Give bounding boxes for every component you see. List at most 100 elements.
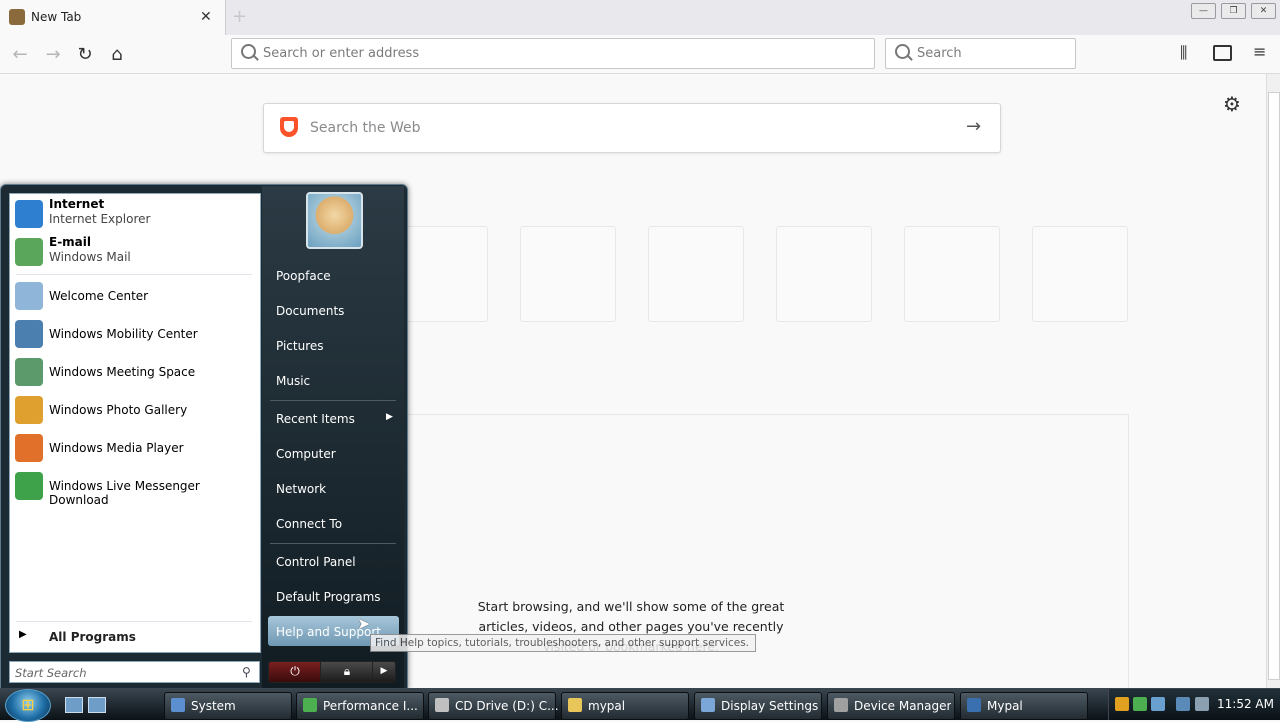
new-tab-button[interactable]: +: [232, 6, 247, 27]
start-item-music[interactable]: Music: [276, 374, 310, 388]
top-site-tile[interactable]: [520, 226, 616, 322]
program-welcome-center[interactable]: Welcome Center: [11, 280, 257, 314]
tab-new-tab[interactable]: New Tab ✕: [0, 0, 226, 35]
switch-windows-icon[interactable]: [88, 697, 106, 713]
top-site-tile[interactable]: [776, 226, 872, 322]
volume-muted-icon[interactable]: [1195, 697, 1209, 711]
program-label: Windows Meeting Space: [49, 365, 196, 379]
updates-icon[interactable]: [1151, 697, 1165, 711]
brave-logo-icon: [280, 117, 298, 137]
meeting-space-icon: [15, 358, 43, 386]
user-avatar[interactable]: [306, 192, 363, 249]
program-photo-gallery[interactable]: Windows Photo Gallery: [11, 394, 257, 428]
cd-drive-icon: [435, 698, 449, 712]
start-search-input[interactable]: Start Search ⚲: [9, 661, 260, 683]
address-bar[interactable]: Search or enter address: [231, 38, 875, 69]
search-bar[interactable]: Search: [885, 38, 1076, 69]
performance-icon: [303, 698, 317, 712]
search-submit-arrow-icon[interactable]: →: [966, 116, 981, 137]
program-live-messenger[interactable]: Windows Live Messenger Download: [11, 470, 257, 507]
task-label: Display Settings: [721, 699, 819, 713]
start-item-connect-to[interactable]: Connect To: [276, 517, 342, 531]
shutdown-options-button[interactable]: ▶: [372, 661, 396, 683]
taskbar-item-performance[interactable]: Performance I...: [296, 692, 424, 720]
all-programs-button[interactable]: ▶ All Programs: [11, 627, 257, 647]
mypal-icon: [967, 698, 981, 712]
shield-icon[interactable]: [1115, 697, 1129, 711]
network-icon[interactable]: [1176, 697, 1190, 711]
search-placeholder: Search: [917, 46, 962, 61]
power-button[interactable]: ⏻: [268, 661, 322, 683]
taskbar-item-device-manager[interactable]: Device Manager: [827, 692, 955, 720]
welcome-center-icon: [15, 282, 43, 310]
top-site-tile[interactable]: [1032, 226, 1128, 322]
taskbar-item-cd-drive[interactable]: CD Drive (D:) C...: [428, 692, 559, 720]
program-media-player[interactable]: Windows Media Player: [11, 432, 257, 466]
show-desktop-icon[interactable]: [65, 697, 83, 713]
security-icon[interactable]: [1133, 697, 1147, 711]
chevron-right-icon: ▶: [386, 412, 393, 422]
divider: [270, 400, 396, 401]
start-item-recent-items[interactable]: Recent Items: [276, 412, 355, 426]
start-item-documents[interactable]: Documents: [276, 304, 344, 318]
pinned-subtitle: Windows Mail: [49, 250, 131, 264]
task-label: mypal: [588, 699, 626, 713]
task-label: CD Drive (D:) C...: [455, 699, 559, 713]
pinned-title: Internet: [49, 197, 105, 211]
pinned-email[interactable]: E-mail Windows Mail: [11, 234, 257, 270]
scrollbar-thumb[interactable]: [1268, 92, 1280, 680]
program-label: Welcome Center: [49, 289, 149, 303]
sidebar-icon[interactable]: [1213, 45, 1232, 61]
top-site-tile[interactable]: [904, 226, 1000, 322]
pinned-title: E-mail: [49, 235, 92, 249]
mypal-favicon-icon: [9, 9, 25, 25]
start-item-pictures[interactable]: Pictures: [276, 339, 324, 353]
lock-icon: 🔒︎: [343, 664, 351, 678]
library-icon[interactable]: ⫼: [1180, 43, 1187, 63]
web-search-placeholder: Search the Web: [310, 120, 421, 136]
back-arrow-icon[interactable]: ←: [8, 44, 32, 65]
minimize-button[interactable]: —: [1191, 3, 1216, 19]
reload-icon[interactable]: ↻: [73, 44, 97, 65]
task-label: Device Manager: [854, 699, 952, 713]
top-site-tile[interactable]: [648, 226, 744, 322]
divider: [270, 543, 396, 544]
start-item-network[interactable]: Network: [276, 482, 326, 496]
close-window-button[interactable]: ✕: [1251, 3, 1276, 19]
program-mobility-center[interactable]: Windows Mobility Center: [11, 318, 257, 352]
divider: [16, 621, 252, 622]
device-manager-icon: [834, 698, 848, 712]
taskbar-item-mypal[interactable]: Mypal: [960, 692, 1088, 720]
program-meeting-space[interactable]: Windows Meeting Space: [11, 356, 257, 390]
clock[interactable]: 11:52 AM: [1217, 697, 1274, 711]
restore-button[interactable]: ❐: [1221, 3, 1246, 19]
windows-mail-icon: [15, 238, 43, 266]
tab-close-icon[interactable]: ✕: [200, 9, 212, 25]
forward-arrow-icon[interactable]: →: [41, 44, 65, 65]
start-button[interactable]: ⊞: [5, 689, 51, 722]
start-item-computer[interactable]: Computer: [276, 447, 336, 461]
search-icon[interactable]: ⚲: [242, 665, 251, 679]
web-search-box[interactable]: Search the Web →: [263, 103, 1001, 153]
system-icon: [171, 698, 185, 712]
lock-button[interactable]: 🔒︎: [320, 661, 374, 683]
task-label: System: [191, 699, 236, 713]
pinned-internet[interactable]: Internet Internet Explorer: [11, 196, 257, 232]
taskbar-item-system[interactable]: System: [164, 692, 292, 720]
media-player-icon: [15, 434, 43, 462]
start-item-user[interactable]: Poopface: [276, 269, 331, 283]
taskbar-item-mypal-folder[interactable]: mypal: [561, 692, 689, 720]
windows-logo-icon: ⊞: [21, 695, 35, 714]
home-icon[interactable]: ⌂: [105, 44, 129, 65]
help-tooltip: Find Help topics, tutorials, troubleshoo…: [370, 634, 756, 652]
display-settings-icon: [701, 698, 715, 712]
gear-icon[interactable]: ⚙: [1223, 92, 1241, 116]
power-icon: ⏻: [290, 664, 300, 678]
program-label: Windows Media Player: [49, 441, 184, 455]
start-search-placeholder: Start Search: [15, 666, 87, 680]
internet-explorer-icon: [15, 200, 43, 228]
start-item-default-programs[interactable]: Default Programs: [276, 590, 381, 604]
start-item-control-panel[interactable]: Control Panel: [276, 555, 356, 569]
taskbar-item-display-settings[interactable]: Display Settings: [694, 692, 822, 720]
hamburger-menu-icon[interactable]: ≡: [1253, 42, 1266, 61]
